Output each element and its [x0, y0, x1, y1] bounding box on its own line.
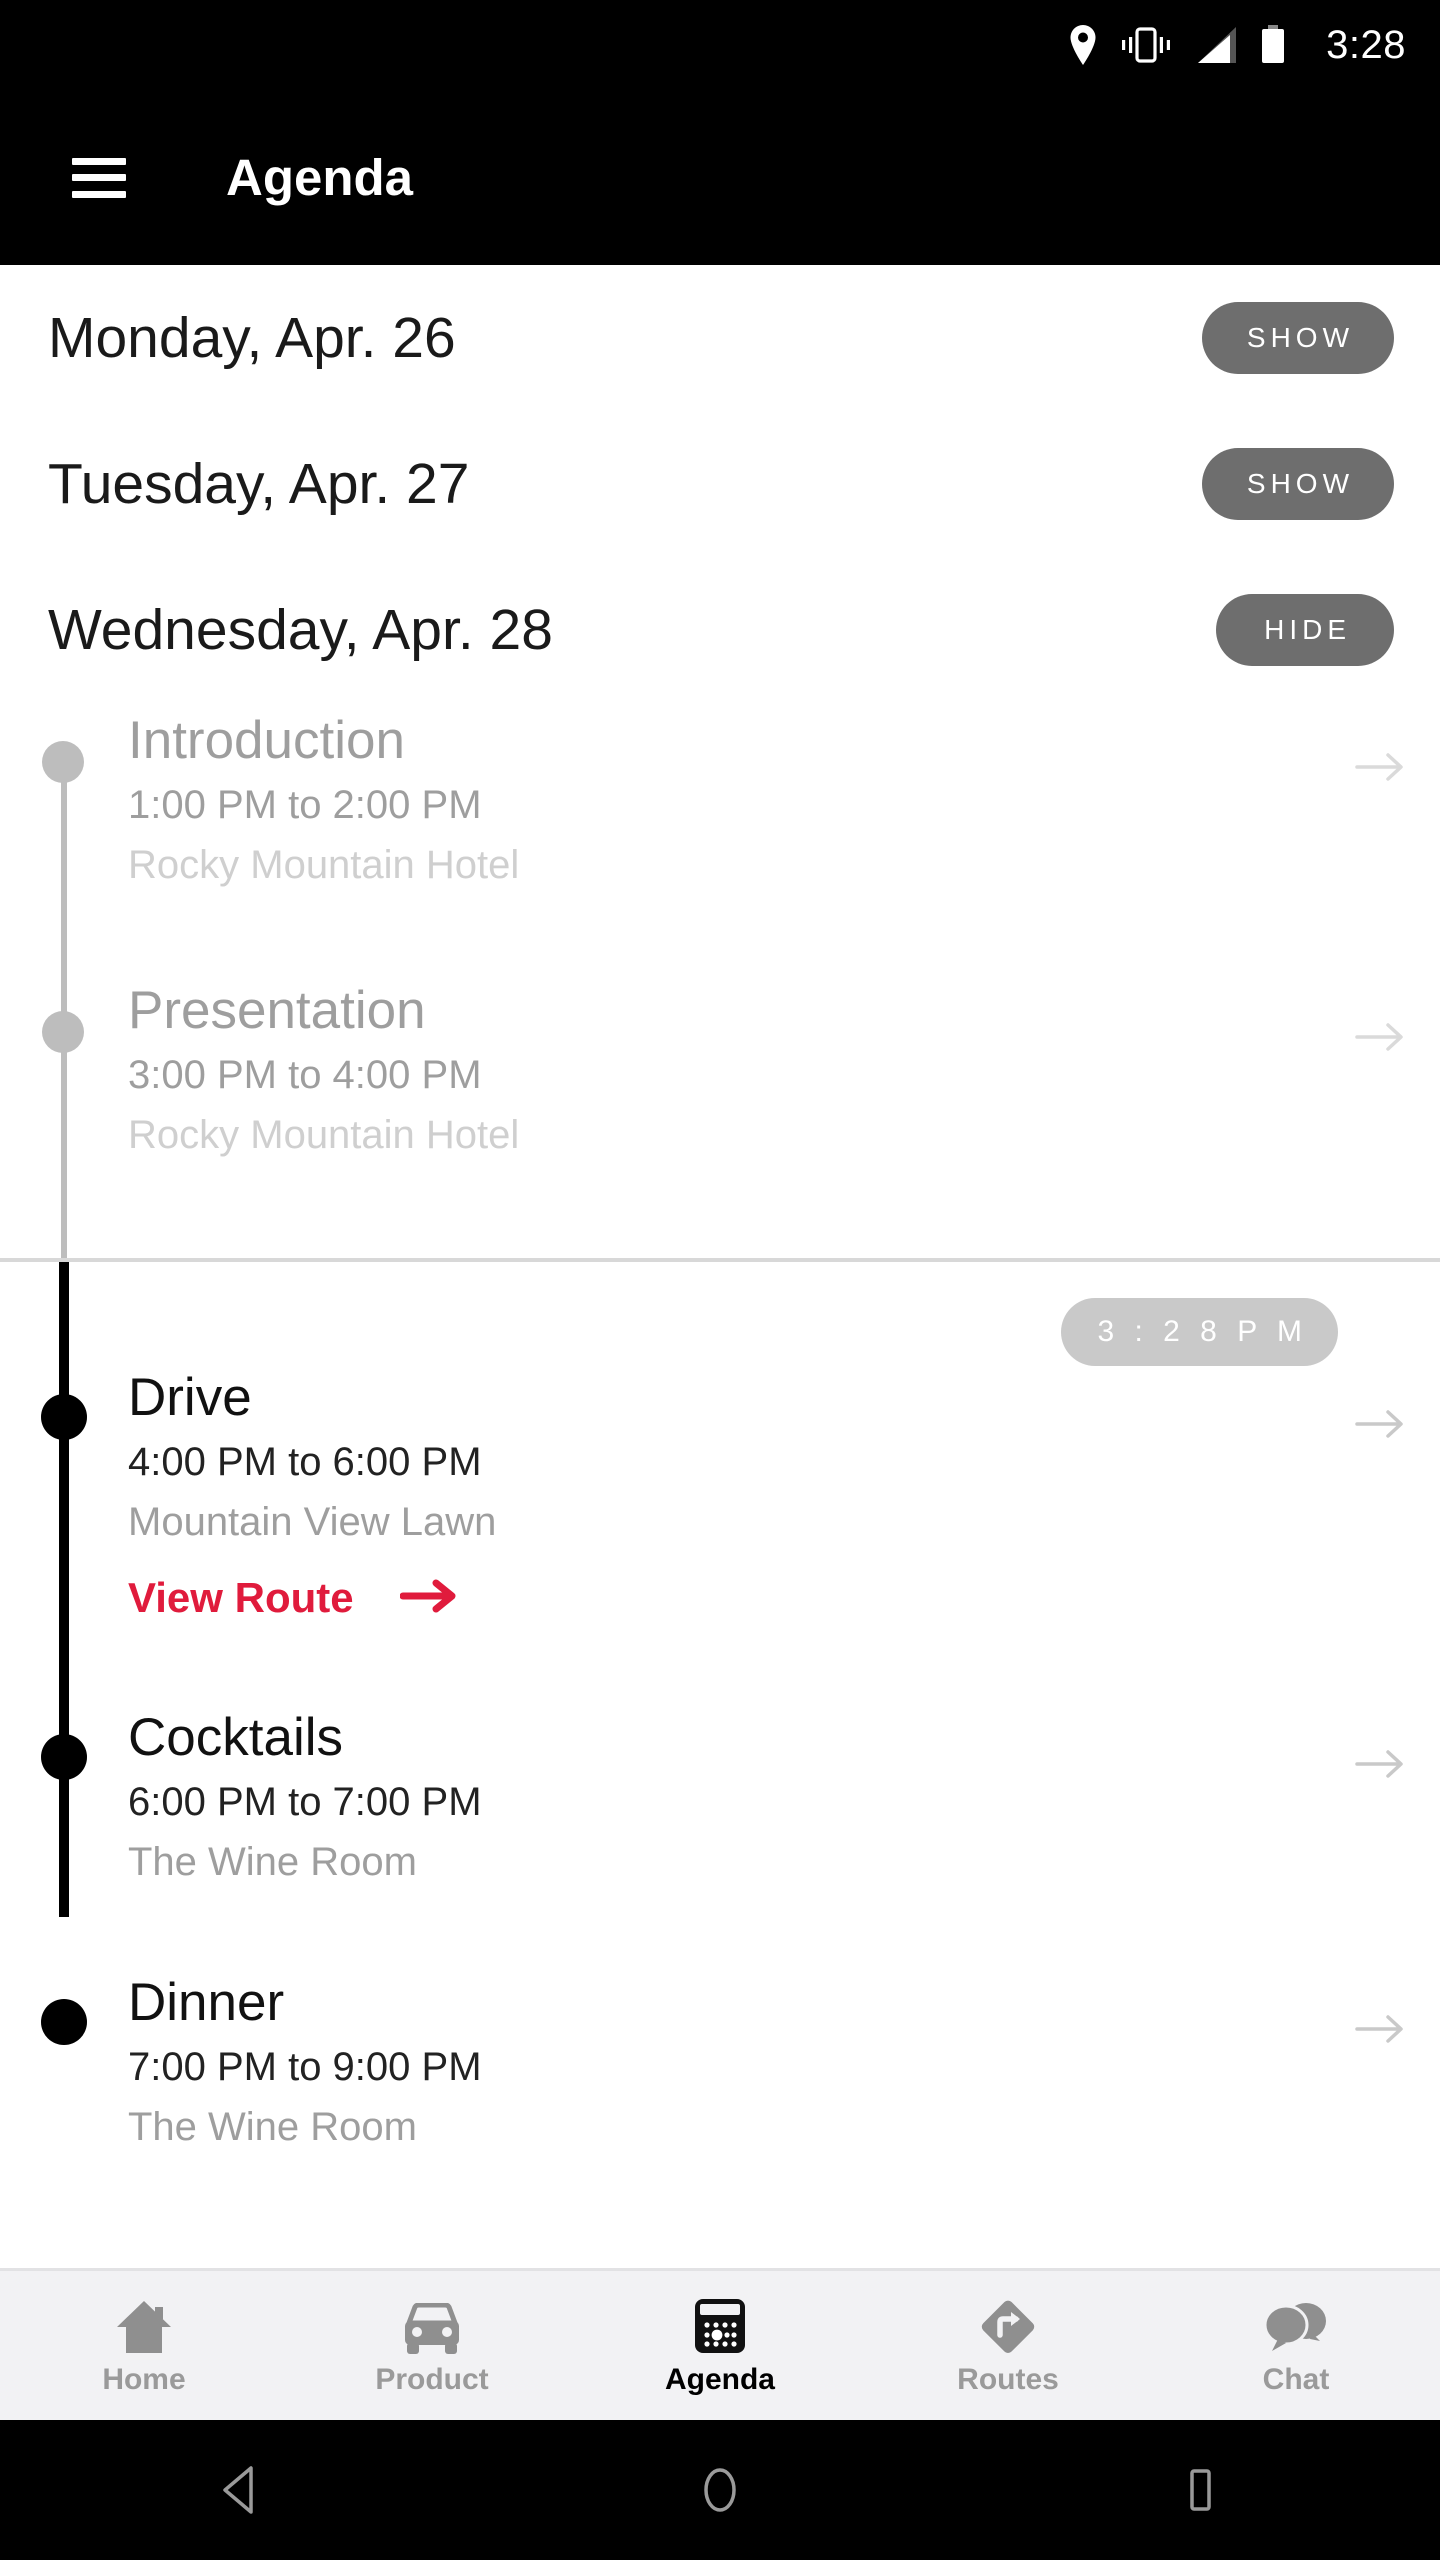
day-header-wednesday[interactable]: Wednesday, Apr. 28 HIDE: [0, 557, 1440, 703]
event-location: Rocky Mountain Hotel: [128, 1112, 520, 1157]
timeline-dot: [41, 1999, 87, 2045]
tab-agenda[interactable]: Agenda: [576, 2271, 864, 2420]
day-toggle-button-tuesday[interactable]: SHOW: [1201, 448, 1394, 520]
arrow-right-icon[interactable]: [1354, 1744, 1408, 1784]
location-pin-icon: [1068, 25, 1098, 65]
arrow-right-icon[interactable]: [1354, 1017, 1408, 1057]
page-title: Agenda: [226, 149, 414, 206]
chat-bubbles-icon: [1264, 2297, 1328, 2355]
event-time: 7:00 PM to 9:00 PM: [128, 2044, 482, 2089]
event-title: Presentation: [128, 981, 426, 1040]
event-title: Cocktails: [128, 1708, 344, 1767]
event-title: Introduction: [128, 711, 405, 770]
event-time: 4:00 PM to 6:00 PM: [128, 1439, 482, 1484]
tab-label: Product: [375, 2362, 489, 2396]
status-bar-time: 3:28: [1326, 23, 1406, 67]
event-location: The Wine Room: [128, 2104, 417, 2149]
agenda-list: Monday, Apr. 26 SHOW Tuesday, Apr. 27 SH…: [0, 265, 1440, 2268]
day-label: Wednesday, Apr. 28: [48, 597, 553, 662]
current-time-badge: 3 : 2 8 P M: [1061, 1298, 1338, 1366]
home-circle-icon[interactable]: [650, 2420, 790, 2560]
event-location: Rocky Mountain Hotel: [128, 842, 520, 887]
arrow-right-icon[interactable]: [1354, 2009, 1408, 2049]
view-route-link[interactable]: View Route: [128, 1576, 460, 1621]
event-details: Cocktails 6:00 PM to 7:00 PM The Wine Ro…: [128, 1710, 1440, 1884]
day-toggle-button-wednesday[interactable]: HIDE: [1216, 594, 1394, 666]
tab-chat[interactable]: Chat: [1152, 2271, 1440, 2420]
event-time: 6:00 PM to 7:00 PM: [128, 1779, 482, 1824]
back-triangle-icon[interactable]: [170, 2420, 310, 2560]
event-item-dinner[interactable]: Dinner 7:00 PM to 9:00 PM The Wine Room: [0, 1975, 1440, 2240]
event-details: Presentation 3:00 PM to 4:00 PM Rocky Mo…: [128, 983, 1440, 1157]
calendar-icon: [693, 2297, 747, 2355]
timeline-dot: [42, 1011, 84, 1053]
android-navigation-bar: [0, 2420, 1440, 2560]
event-title: Drive: [128, 1368, 252, 1427]
event-item-introduction[interactable]: Introduction 1:00 PM to 2:00 PM Rocky Mo…: [0, 713, 1440, 983]
day-toggle-button-monday[interactable]: SHOW: [1201, 302, 1394, 374]
tab-home[interactable]: Home: [0, 2271, 288, 2420]
event-location: The Wine Room: [128, 1839, 417, 1884]
arrow-right-icon[interactable]: [1354, 747, 1408, 787]
current-time-divider: [0, 1258, 1440, 1262]
day-label: Tuesday, Apr. 27: [48, 451, 470, 516]
tab-label: Agenda: [664, 2362, 775, 2396]
tab-routes[interactable]: Routes: [864, 2271, 1152, 2420]
event-item-presentation[interactable]: Presentation 3:00 PM to 4:00 PM Rocky Mo…: [0, 983, 1440, 1258]
event-details: Drive 4:00 PM to 6:00 PM Mountain View L…: [128, 1370, 1440, 1621]
day-header-monday[interactable]: Monday, Apr. 26 SHOW: [0, 265, 1440, 411]
future-events-group: 3 : 2 8 P M Drive 4:00 PM to 6:00 PM Mou…: [0, 1262, 1440, 2240]
tab-label: Chat: [1262, 2362, 1330, 2396]
home-icon: [115, 2297, 173, 2355]
tab-product[interactable]: Product: [288, 2271, 576, 2420]
battery-icon: [1260, 25, 1286, 65]
app-bar: Agenda: [0, 90, 1440, 265]
event-time: 3:00 PM to 4:00 PM: [128, 1052, 482, 1097]
timeline-dot: [42, 741, 84, 783]
tab-label: Home: [102, 2362, 186, 2396]
event-location: Mountain View Lawn: [128, 1499, 497, 1544]
event-details: Dinner 7:00 PM to 9:00 PM The Wine Room: [128, 1975, 1440, 2149]
arrow-right-icon[interactable]: [1354, 1404, 1408, 1444]
current-time-badge-row: 3 : 2 8 P M: [0, 1262, 1440, 1370]
status-bar: 3:28: [0, 0, 1440, 90]
route-sign-icon: [978, 2297, 1038, 2355]
view-route-label: View Route: [128, 1574, 354, 1622]
event-details: Introduction 1:00 PM to 2:00 PM Rocky Mo…: [128, 713, 1440, 887]
timeline-dot: [41, 1734, 87, 1780]
past-events-group: Introduction 1:00 PM to 2:00 PM Rocky Mo…: [0, 703, 1440, 1258]
phone-screen: 3:28 Agenda Monday, Apr. 26 SHOW Tuesday…: [0, 0, 1440, 2560]
arrow-right-icon: [399, 1576, 460, 1621]
bottom-tab-bar: Home Product Agenda Routes Chat: [0, 2268, 1440, 2420]
recents-square-icon[interactable]: [1130, 2420, 1270, 2560]
signal-icon: [1194, 25, 1238, 65]
status-icons: 3:28: [1068, 25, 1406, 65]
event-time: 1:00 PM to 2:00 PM: [128, 782, 482, 827]
day-header-tuesday[interactable]: Tuesday, Apr. 27 SHOW: [0, 411, 1440, 557]
event-item-drive[interactable]: Drive 4:00 PM to 6:00 PM Mountain View L…: [0, 1370, 1440, 1710]
timeline-dot: [41, 1394, 87, 1440]
tab-label: Routes: [957, 2362, 1059, 2396]
day-label: Monday, Apr. 26: [48, 305, 456, 370]
vibrate-icon: [1120, 25, 1172, 65]
event-item-cocktails[interactable]: Cocktails 6:00 PM to 7:00 PM The Wine Ro…: [0, 1710, 1440, 1975]
hamburger-menu-icon[interactable]: [72, 157, 126, 198]
event-title: Dinner: [128, 1973, 285, 2032]
car-icon: [399, 2297, 465, 2355]
